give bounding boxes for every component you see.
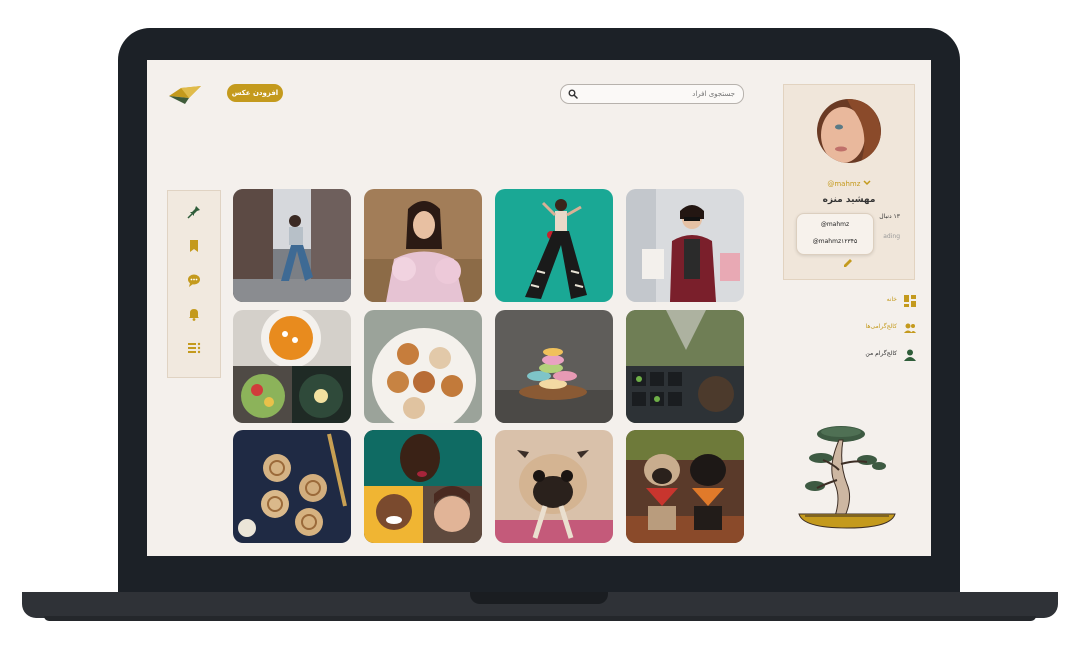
app-screen: افزودن عکس جستجوی افراد @mahmz مهشید منز… [147,60,931,556]
logo-icon [169,86,201,104]
following-count: ading [883,233,900,240]
photo-tile[interactable] [626,189,744,302]
bookmark-icon[interactable] [185,237,203,255]
photo-pug-rope [495,430,613,543]
photo-tile[interactable] [233,310,351,423]
avatar-photo [817,99,881,163]
bonsai-illustration [798,426,896,529]
search-bar[interactable] [560,84,744,104]
photo-woman-sunglasses-field [364,189,482,302]
profile-card: @mahmz مهشید منزه ۱۳ دنبال ading @mahmz … [783,84,915,280]
user-icon [904,349,916,361]
chat-icon[interactable] [185,271,203,289]
nav-item-colleagues[interactable]: کالج‌گرامی‌ها [837,321,917,335]
photo-tile[interactable] [233,430,351,543]
add-photo-button[interactable]: افزودن عکس [227,84,283,102]
nav-label: خانه [886,296,897,303]
photo-woman-teal-background [495,189,613,302]
photo-tile[interactable] [626,310,744,423]
photo-woman-jumping-city [233,189,351,302]
nav-label: کالج‌گرام من [865,350,897,357]
photo-tile[interactable] [364,189,482,302]
photo-pugs-bandanas [626,430,744,543]
pin-icon[interactable] [185,203,203,221]
profile-name: مهشید منزه [822,195,876,205]
photo-tile[interactable] [626,430,744,543]
avatar[interactable] [817,99,881,163]
photo-tile[interactable] [233,189,351,302]
photo-pastries-plate [364,310,482,423]
photo-seedlings-watering [626,310,744,423]
list-icon[interactable] [185,339,203,357]
photo-tile[interactable] [364,430,482,543]
search-icon[interactable] [568,89,578,99]
laptop-base-shadow [44,616,1036,621]
profile-handle-toggle[interactable]: @mahmz [784,180,914,188]
photo-tile[interactable] [495,430,613,543]
followers-count: ۱۳ دنبال [879,213,900,220]
account-switch-dropdown: @mahmz @mahmz۱۲۳۴۵ [796,213,874,255]
account-option[interactable]: @mahmz [797,221,873,228]
bell-icon[interactable] [185,305,203,323]
laptop-notch [470,592,608,604]
profile-handle: @mahmz [827,180,861,188]
account-option[interactable]: @mahmz۱۲۳۴۵ [797,238,873,245]
photo-tile[interactable] [495,310,613,423]
nav-label: کالج‌گرامی‌ها [865,323,897,330]
photo-tile[interactable] [364,310,482,423]
users-icon [904,323,916,333]
photo-pumpkin-soup-salads [233,310,351,423]
photo-cinnamon-rolls [233,430,351,543]
photo-portraits-collage [364,430,482,543]
edit-icon[interactable] [842,257,854,269]
photo-tile[interactable] [495,189,613,302]
dashboard-icon [904,295,916,307]
chevron-down-icon[interactable] [863,180,871,186]
photo-woman-shopping-bags [626,189,744,302]
nav-item-my-profile[interactable]: کالج‌گرام من [837,348,917,362]
search-input[interactable] [585,85,735,103]
photo-macarons [495,310,613,423]
tool-panel [167,190,221,378]
nav-item-home[interactable]: خانه [837,294,917,308]
